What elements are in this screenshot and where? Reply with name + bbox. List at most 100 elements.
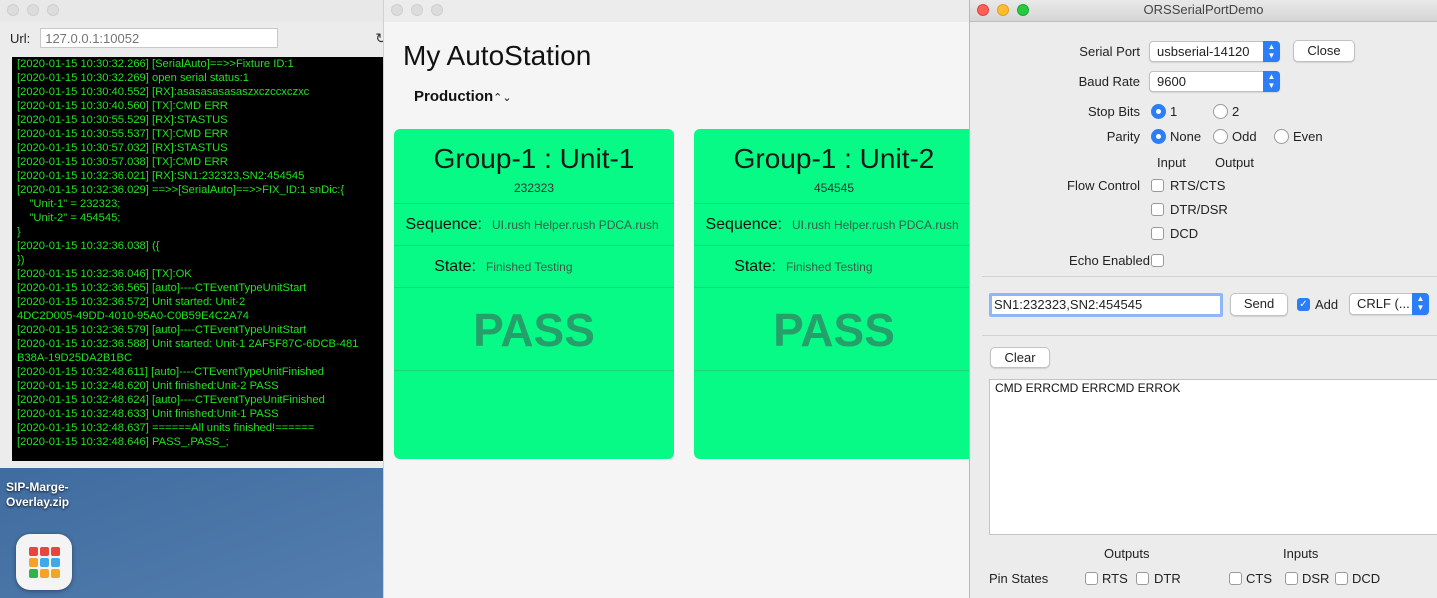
log-window: Url: ↻ [2020-01-15 10:30:32.266] [Serial… [0,0,384,468]
url-input[interactable] [40,28,279,48]
pin-rts-checkbox[interactable] [1085,572,1098,585]
serial-port-value: usbserial-14120 [1157,44,1250,59]
input-header: Input [1157,155,1186,170]
close-port-button[interactable]: Close [1293,40,1355,62]
close-window-button[interactable] [7,4,19,16]
send-text-field[interactable]: SN1:232323,SN2:454545 [989,293,1223,317]
launchpad-tile [28,546,38,556]
window-title: ORSSerialPortDemo [1143,2,1264,17]
pin-cts-label: CTS [1246,571,1272,586]
parity-odd-radio[interactable] [1213,129,1228,144]
stop-bits-2-radio[interactable] [1213,104,1228,119]
launchpad-tile [39,546,49,556]
sequence-value: UI.rush Helper.rush PDCA.rush [492,217,659,232]
dcd-checkbox[interactable] [1151,227,1164,240]
output-header: Output [1215,155,1255,170]
stop-bits-label: Stop Bits [1087,104,1140,119]
unit-serial-number: 232323 [513,181,555,195]
unit-serial-number: 454545 [813,181,855,195]
chevron-updown-icon: ⌃⌄ [493,92,512,104]
log-window-titlebar[interactable] [0,0,384,22]
minimize-window-button[interactable] [27,4,39,16]
dtr-dsr-checkbox[interactable] [1151,203,1164,216]
stop-bits-2-label: 2 [1232,104,1240,119]
parity-even-label: Even [1293,129,1323,144]
chevron-updown-icon: ▲ ▼ [1263,71,1280,92]
pin-dsr-label: DSR [1302,571,1330,586]
sequence-label: Sequence: [705,215,782,233]
autostation-titlebar[interactable] [384,0,973,22]
flow-control-label: Flow Control [1067,178,1140,193]
send-button[interactable]: Send [1230,293,1288,316]
close-window-button[interactable] [391,4,403,16]
rts-cts-label: RTS/CTS [1170,178,1226,193]
stop-bits-1-label: 1 [1170,104,1178,119]
launchpad-tile [28,568,38,578]
baud-rate-select[interactable]: 9600 ▲ ▼ [1149,71,1280,92]
stop-bits-1-radio[interactable] [1151,104,1166,119]
launchpad-tile [28,557,38,567]
clear-button[interactable]: Clear [990,347,1050,368]
parity-none-label: None [1170,129,1202,144]
received-output[interactable]: CMD ERRCMD ERRCMD ERROK [989,379,1437,535]
state-row: State: Finished Testing [394,245,674,287]
unit-title: Group-1 : Unit-1 [433,143,635,174]
pin-states-label: Pin States [989,571,1049,586]
unit-card-2: Group-1 : Unit-2 454545 Sequence: UI.rus… [694,129,973,459]
divider [982,276,1437,277]
sequence-row: Sequence: UI.rush Helper.rush PDCA.rush [694,203,973,245]
baud-rate-value: 9600 [1157,74,1186,89]
zoom-window-button[interactable] [1017,4,1029,16]
echo-enabled-label: Echo Enabled [1069,253,1150,268]
line-ending-select[interactable]: CRLF (... ▲ ▼ [1349,293,1429,315]
launchpad-icon[interactable] [16,534,72,590]
zoom-window-button[interactable] [47,4,59,16]
chevron-updown-icon: ▲ ▼ [1263,41,1280,62]
serial-window-titlebar[interactable]: ORSSerialPortDemo [970,0,1437,22]
pin-dtr-checkbox[interactable] [1136,572,1149,585]
unit-result: PASS [694,287,973,371]
dcd-label: DCD [1170,226,1199,241]
pin-rts-label: RTS [1102,571,1128,586]
outputs-header: Outputs [1104,546,1150,561]
rts-cts-checkbox[interactable] [1151,179,1164,192]
parity-odd-label: Odd [1232,129,1257,144]
log-output[interactable]: [2020-01-15 10:30:32.266] [SerialAuto]==… [12,57,384,461]
divider [982,335,1437,336]
serial-port-select[interactable]: usbserial-14120 ▲ ▼ [1149,41,1280,62]
state-value: Finished Testing [486,259,573,274]
state-value: Finished Testing [786,259,873,274]
sequence-label: Sequence: [405,215,482,233]
minimize-window-button[interactable] [411,4,423,16]
parity-even-radio[interactable] [1274,129,1289,144]
minimize-window-button[interactable] [997,4,1009,16]
launchpad-tile [50,546,60,556]
zoom-window-button[interactable] [431,4,443,16]
unit-title: Group-1 : Unit-2 [733,143,935,174]
state-label: State: [734,257,776,275]
pin-cts-checkbox[interactable] [1229,572,1242,585]
mode-select[interactable]: Production⌃⌄ [414,88,512,105]
pin-dtr-label: DTR [1154,571,1181,586]
echo-enabled-checkbox[interactable] [1151,254,1164,267]
unit-result: PASS [394,287,674,371]
url-row: Url: ↻ [10,26,384,50]
add-line-ending-checkbox[interactable]: ✓ [1297,298,1310,311]
parity-none-radio[interactable] [1151,129,1166,144]
inputs-header: Inputs [1283,546,1319,561]
line-ending-value: CRLF (... [1357,296,1410,311]
launchpad-tile [50,568,60,578]
pin-dcd-label: DCD [1352,571,1381,586]
sequence-row: Sequence: UI.rush Helper.rush PDCA.rush [394,203,674,245]
desktop-file-label[interactable]: SIP-Marge-Overlay.zip [6,480,86,510]
pin-dsr-checkbox[interactable] [1285,572,1298,585]
parity-label: Parity [1106,129,1140,144]
state-row: State: Finished Testing [694,245,973,287]
close-window-button[interactable] [977,4,989,16]
launchpad-tile [39,568,49,578]
pin-dcd-checkbox[interactable] [1335,572,1348,585]
url-label: Url: [10,30,31,46]
autostation-window: My AutoStation Production⌃⌄ Group-1 : Un… [383,0,973,598]
page-title: My AutoStation [403,40,592,71]
sequence-value: UI.rush Helper.rush PDCA.rush [792,217,959,232]
